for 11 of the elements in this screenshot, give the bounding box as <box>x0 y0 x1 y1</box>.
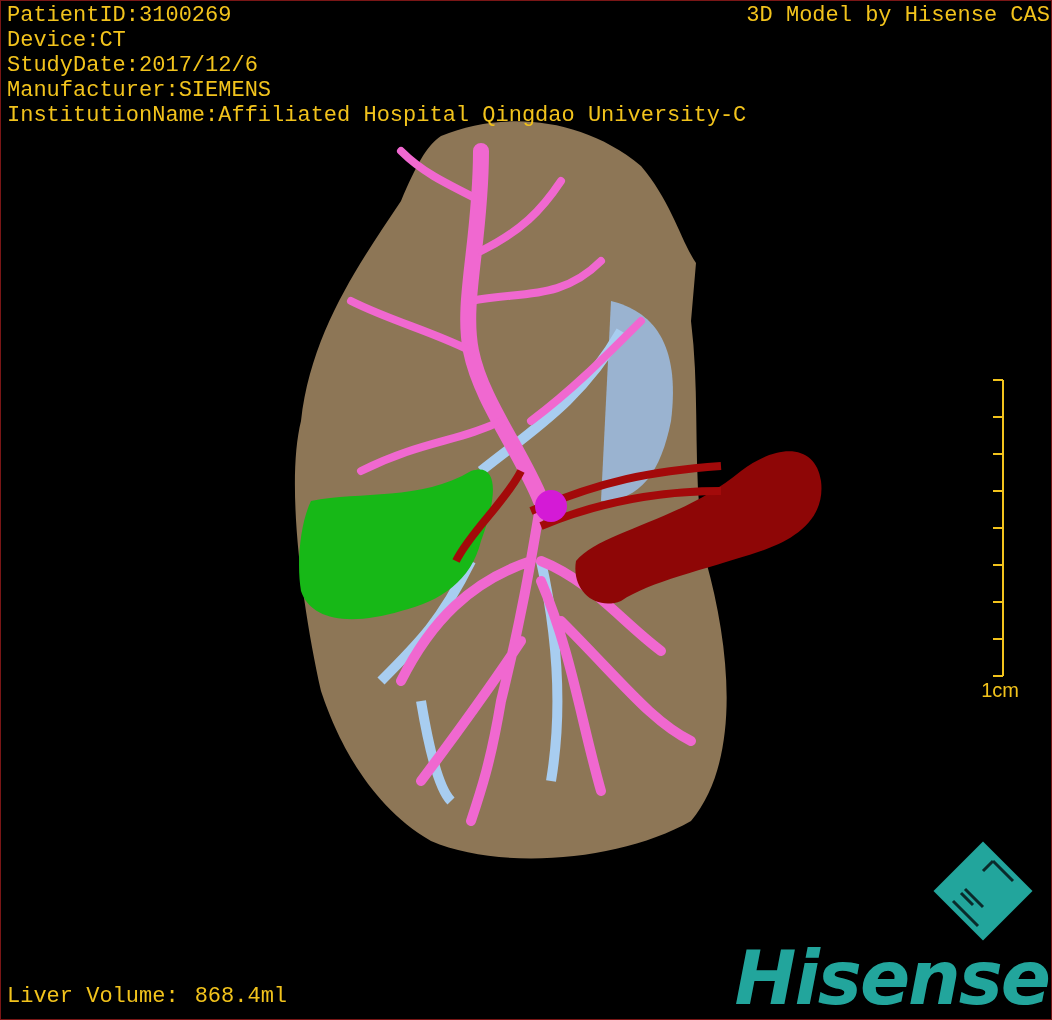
viewer-title: 3D Model by Hisense CAS <box>746 3 1050 30</box>
patient-info-text: Manufacturer:SIEMENS <box>7 78 273 103</box>
patient-info-text: StudyDate:2017/12/6 <box>7 53 259 78</box>
liver-volume-value: 868.4ml <box>194 984 288 1009</box>
logo-text: Hisense <box>734 941 1050 1015</box>
liver-volume-label: Liver Volume: <box>7 984 179 1009</box>
patient-info-text: InstitutionName:Affiliated Hospital Qingdao University-C <box>7 103 747 128</box>
scale-bar-icon <box>991 379 1005 677</box>
patient-info-text: PatientID:3100269 <box>7 3 233 28</box>
patient-info-text: Device:CT <box>7 28 127 53</box>
scale-label: 1cm <box>981 679 1019 702</box>
